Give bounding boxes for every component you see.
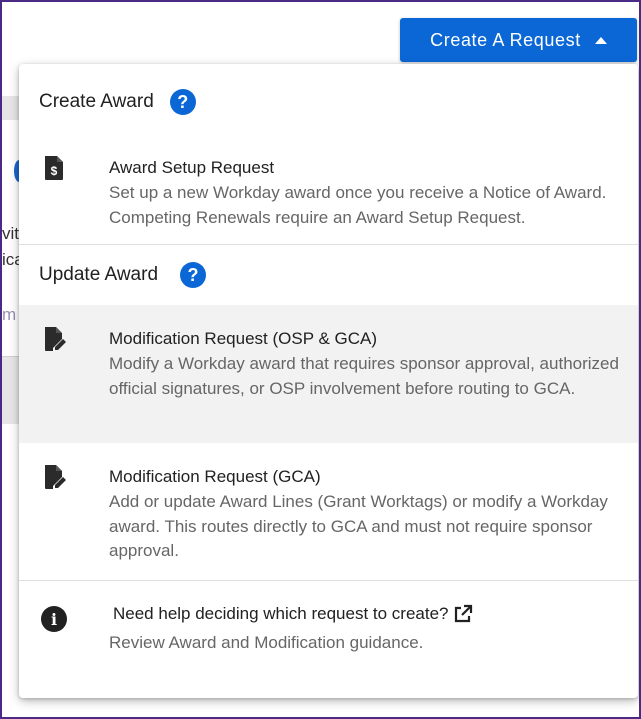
- dollar-document-icon: $: [45, 156, 63, 180]
- help-subtext: Review Award and Modification guidance.: [109, 633, 424, 652]
- menu-item-description: Modify a Workday award that requires spo…: [109, 354, 619, 398]
- create-award-title: Create Award: [39, 91, 154, 112]
- menu-item-description: Set up a new Workday award once you rece…: [109, 183, 607, 227]
- update-award-header: Update Award ?: [19, 257, 638, 293]
- help-guidance-link[interactable]: Need help deciding which request to crea…: [113, 604, 473, 624]
- create-request-label: Create A Request: [430, 29, 581, 50]
- menu-item-description: Add or update Award Lines (Grant Worktag…: [109, 492, 608, 560]
- background-page-bar: [0, 96, 20, 120]
- create-award-header: Create Award ?: [19, 84, 638, 120]
- help-icon[interactable]: ?: [169, 89, 196, 115]
- create-request-menu: Create Award ? $ Award Setup Request Set…: [19, 64, 638, 698]
- edit-document-icon: [45, 465, 66, 489]
- background-page-panel: [0, 356, 20, 424]
- menu-item-title: Modification Request (OSP & GCA): [109, 329, 378, 348]
- help-section: i Need help deciding which request to cr…: [19, 580, 638, 698]
- caret-up-icon: [594, 36, 607, 44]
- menu-item-title: Modification Request (GCA): [109, 467, 321, 486]
- help-icon[interactable]: ?: [180, 262, 207, 288]
- create-request-button[interactable]: Create A Request: [400, 18, 637, 62]
- help-link-text: Need help deciding which request to crea…: [113, 604, 449, 623]
- external-link-icon: [454, 604, 472, 623]
- menu-item-award-setup-request[interactable]: $ Award Setup Request Set up a new Workd…: [19, 142, 638, 244]
- svg-text:$: $: [51, 164, 58, 178]
- menu-item-title: Award Setup Request: [109, 158, 275, 177]
- background-text: m: [2, 305, 17, 324]
- edit-document-icon: [45, 327, 66, 351]
- update-award-title: Update Award: [39, 264, 159, 285]
- menu-item-modification-osp-gca[interactable]: Modification Request (OSP & GCA) Modify …: [19, 305, 638, 443]
- background-text: vit: [2, 224, 19, 243]
- menu-item-modification-gca[interactable]: Modification Request (GCA) Add or update…: [19, 443, 638, 580]
- info-icon: i: [41, 606, 67, 632]
- section-divider: [19, 244, 638, 245]
